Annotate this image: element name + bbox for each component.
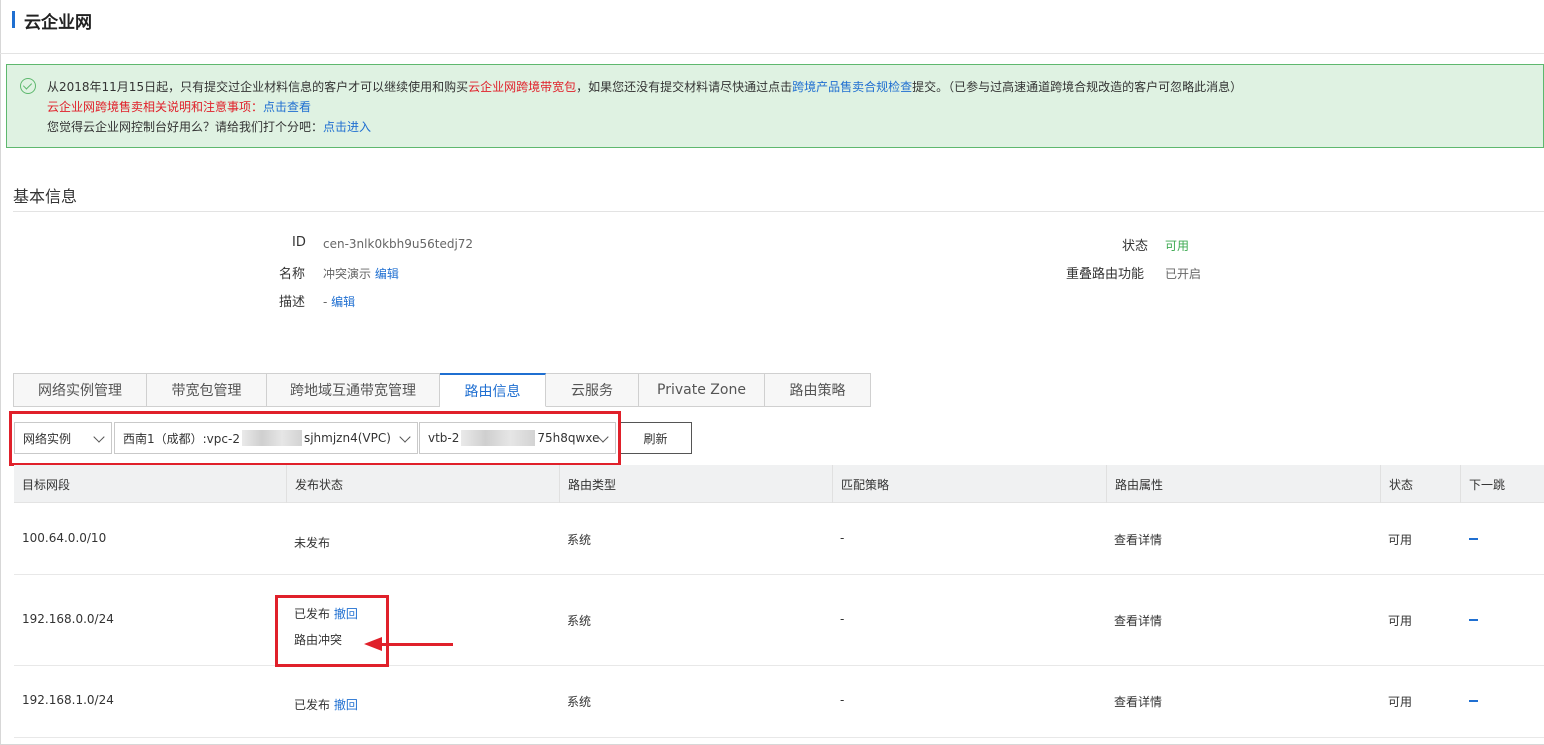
cidr-cell: 192.168.1.0/24 [22,693,114,707]
page-title: 云企业网 [24,13,92,33]
notice-line-3: 您觉得云企业网控制台好用么？请给我们打个分吧：点击进入 [47,118,371,135]
notice-text: ，如果您还没有提交材料请尽快通过点击 [576,80,793,94]
table-row: 192.168.0.0/24 已发布 撤回 路由冲突 系统 - 查看详情 可用 [14,575,1544,666]
route-status: 可用 [1388,533,1413,547]
cidr-cell: 192.168.0.0/24 [22,612,114,626]
column-header: 匹配策略 [833,465,1107,503]
tab-bandwidth-packages[interactable]: 带宽包管理 [147,373,267,407]
match-policy: - [840,531,845,545]
annotation-box [275,595,389,667]
annotation-box [9,411,621,466]
column-header: 目标网段 [14,465,287,503]
publish-status-cell: 已发布 撤回 [294,696,358,713]
rate-link[interactable]: 点击进入 [323,120,371,134]
match-policy: - [840,612,845,626]
name-value: 冲突演示 编辑 [323,265,399,282]
edit-name-link[interactable]: 编辑 [375,267,399,281]
withdraw-link[interactable]: 撤回 [334,698,358,712]
publish-status: 已发布 [294,698,331,712]
arrow-left-icon [364,637,382,651]
id-value: cen-3nlk0kbh9u56tedj72 [323,237,474,251]
edit-desc-link[interactable]: 编辑 [331,295,355,309]
route-status: 可用 [1388,614,1413,628]
status-value: 可用 [1165,239,1190,253]
column-header: 发布状态 [287,465,560,503]
notice-highlight: 云企业网跨境带宽包 [468,80,577,94]
notice-line-1: 从2018年11月15日起，只有提交过企业材料信息的客户才可以继续使用和购买云企… [47,78,1242,95]
next-hop-link[interactable] [1469,619,1478,621]
next-hop-link[interactable] [1469,538,1478,540]
compliance-check-link[interactable]: 跨境产品售卖合规检查 [792,80,912,94]
table-row: 192.168.1.0/24 已发布 撤回 系统 - 查看详情 可用 [14,666,1544,738]
check-circle-icon [20,78,36,94]
view-details-link[interactable]: 查看详情 [1114,693,1162,710]
desc-label: 描述 [279,295,306,310]
annotation-arrow-line [380,643,453,646]
basic-info-title: 基本信息 [13,187,78,206]
refresh-button[interactable]: 刷新 [619,422,692,454]
route-type: 系统 [567,695,592,709]
tab-route-info[interactable]: 路由信息 [440,373,546,407]
desc-value: - 编辑 [323,293,355,310]
page-header: 云企业网 [0,0,1544,54]
notice-text: 您觉得云企业网控制台好用么？请给我们打个分吧： [47,120,324,134]
view-notes-link[interactable]: 点击查看 [263,100,311,114]
tab-bar: 网络实例管理 带宽包管理 跨地域互通带宽管理 路由信息 云服务 Private … [13,373,871,407]
tab-private-zone[interactable]: Private Zone [639,373,765,407]
notice-line-2: 云企业网跨境售卖相关说明和注意事项：点击查看 [47,98,311,115]
tab-route-policy[interactable]: 路由策略 [765,373,871,407]
publish-status: 未发布 [294,536,331,550]
column-header: 状态 [1381,465,1461,503]
name-label: 名称 [279,267,306,282]
section-divider [13,211,1544,212]
cidr-cell: 100.64.0.0/10 [22,531,107,545]
view-details-link[interactable]: 查看详情 [1114,531,1162,548]
tab-cross-region-bandwidth[interactable]: 跨地域互通带宽管理 [267,373,440,407]
view-details-link[interactable]: 查看详情 [1114,612,1162,629]
notice-banner: 从2018年11月15日起，只有提交过企业材料信息的客户才可以继续使用和购买云企… [6,64,1544,148]
notice-text: 从2018年11月15日起，只有提交过企业材料信息的客户才可以继续使用和购买 [47,80,469,94]
name-text: 冲突演示 [323,267,372,281]
table-row: 100.64.0.0/10 未发布 系统 - 查看详情 可用 [14,503,1544,575]
route-status: 可用 [1388,695,1413,709]
route-type: 系统 [567,614,592,628]
status-label: 状态 [1122,239,1149,254]
column-header: 路由属性 [1107,465,1381,503]
tab-instances[interactable]: 网络实例管理 [13,373,147,407]
title-accent-bar [12,11,15,28]
match-policy: - [840,693,845,707]
next-hop-link[interactable] [1469,700,1478,702]
notice-text: 提交。（已参与过高速通道跨境合规改造的客户可忽略此消息） [912,80,1243,94]
notice-highlight: 云企业网跨境售卖相关说明和注意事项： [47,100,264,114]
column-header: 路由类型 [560,465,833,503]
table-header: 目标网段 发布状态 路由类型 匹配策略 路由属性 状态 下一跳 [14,465,1544,503]
id-label: ID [292,235,306,250]
route-type: 系统 [567,533,592,547]
tab-cloud-services[interactable]: 云服务 [546,373,639,407]
desc-text: - [323,295,328,309]
overlap-route-label: 重叠路由功能 [1066,267,1145,282]
column-header: 下一跳 [1469,477,1506,492]
overlap-route-value: 已开启 [1165,267,1202,281]
